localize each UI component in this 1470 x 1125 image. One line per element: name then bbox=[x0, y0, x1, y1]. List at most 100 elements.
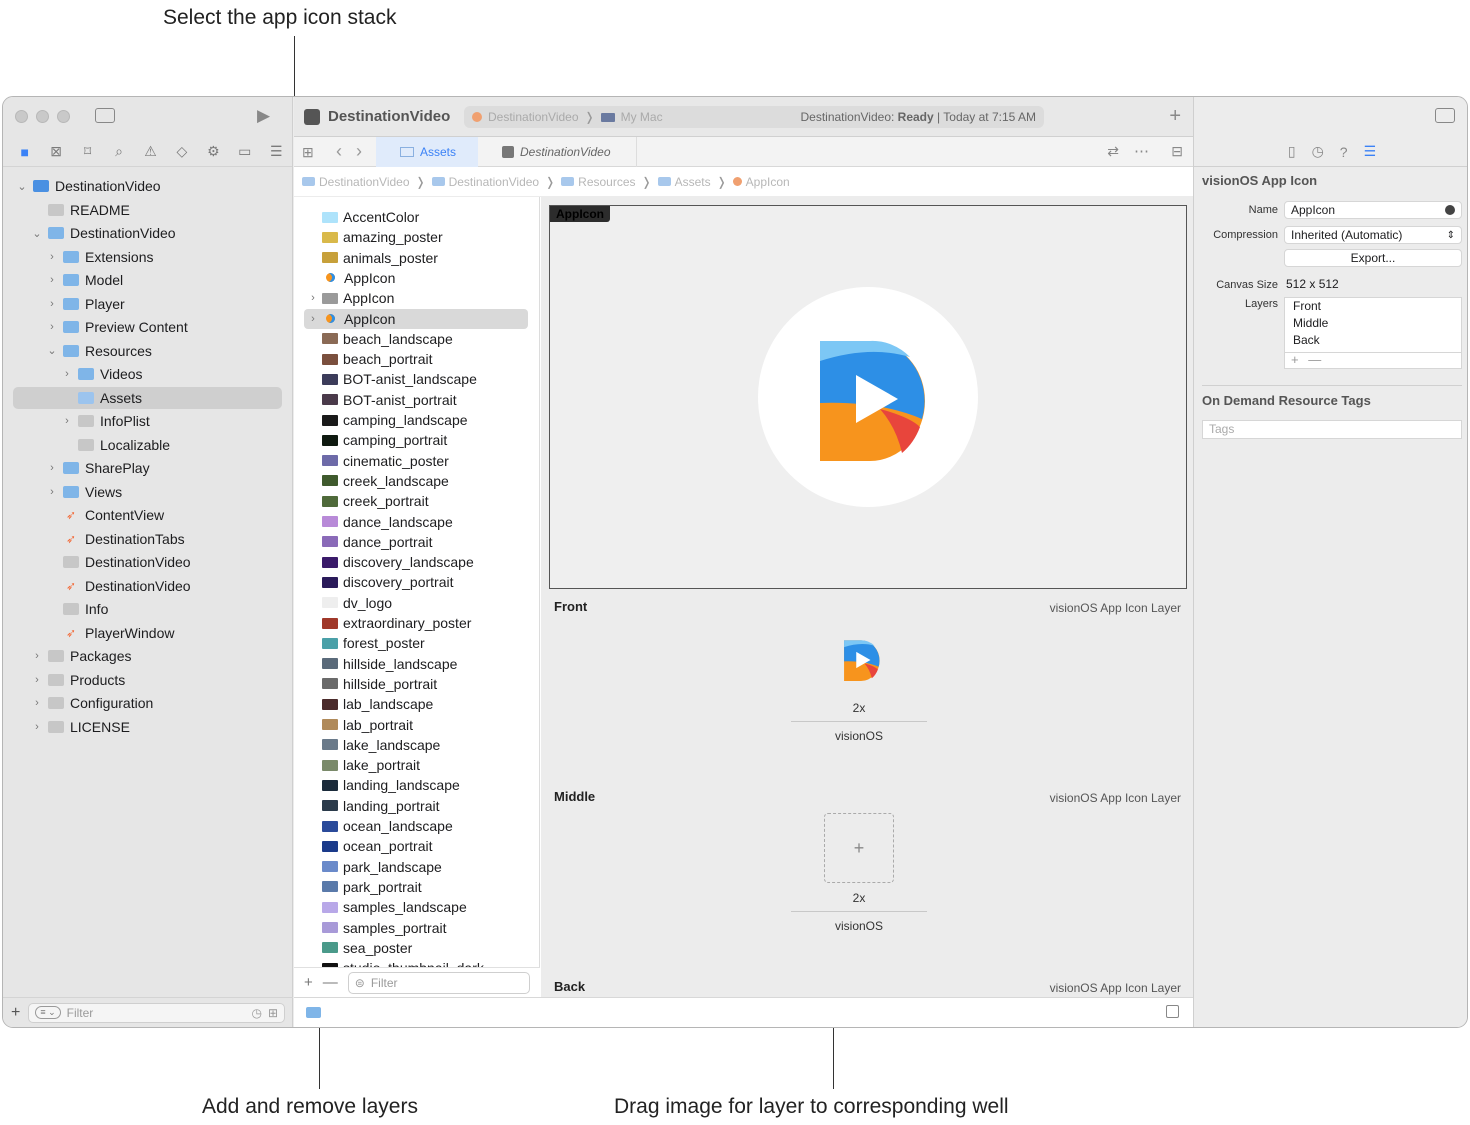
sidebar-item[interactable]: › Model bbox=[45, 269, 123, 291]
asset-list-item[interactable]: hillside_portrait bbox=[294, 674, 539, 694]
compression-select[interactable]: Inherited (Automatic) ⇕ bbox=[1284, 226, 1462, 244]
sidebar-item[interactable]: › Views bbox=[45, 481, 122, 503]
sidebar-item[interactable]: › Products bbox=[30, 669, 125, 691]
more-options-icon[interactable]: ⋯ bbox=[1134, 142, 1149, 160]
hide-debug-area-icon[interactable] bbox=[1166, 1005, 1179, 1018]
add-asset-plus-icon[interactable]: + bbox=[304, 974, 313, 991]
asset-list-item[interactable]: › AppIcon bbox=[294, 288, 539, 308]
sidebar-item[interactable]: › SharePlay bbox=[45, 457, 149, 479]
file-inspector-icon[interactable]: ▯ bbox=[1288, 143, 1296, 160]
asset-list-item[interactable]: lake_portrait bbox=[294, 755, 539, 775]
chevron-right-icon[interactable]: › bbox=[45, 486, 59, 498]
tags-field[interactable]: Tags bbox=[1202, 420, 1462, 439]
bookmark-icon[interactable]: ⌑ bbox=[72, 143, 103, 160]
asset-list-item[interactable]: amazing_poster bbox=[294, 227, 539, 247]
asset-list-item[interactable]: dance_portrait bbox=[294, 532, 539, 552]
inspector-toggle-icon[interactable] bbox=[1435, 108, 1455, 123]
scheme-destination-activity[interactable]: DestinationVideo ❭ My Mac DestinationVid… bbox=[464, 106, 1044, 128]
sidebar-item[interactable]: › Extensions bbox=[45, 246, 153, 268]
add-layer-plus-icon[interactable]: + bbox=[1291, 352, 1299, 367]
layer-list-item[interactable]: Middle bbox=[1285, 315, 1461, 332]
chevron-right-icon[interactable]: › bbox=[45, 462, 59, 474]
chevron-down-icon[interactable]: ⌄ bbox=[45, 344, 59, 357]
breakpoint-icon[interactable]: ▭ bbox=[229, 143, 260, 160]
chevron-right-icon[interactable]: › bbox=[45, 298, 59, 310]
scheme-name[interactable]: DestinationVideo bbox=[488, 110, 579, 124]
sidebar-item[interactable]: › Videos bbox=[60, 363, 142, 385]
attributes-inspector-icon[interactable]: ☰ bbox=[1364, 143, 1377, 160]
sidebar-item[interactable]: ➶ PlayerWindow bbox=[45, 622, 175, 644]
middle-layer-empty-well[interactable]: + bbox=[824, 813, 894, 883]
chevron-right-icon[interactable]: › bbox=[30, 674, 44, 686]
history-inspector-icon[interactable]: ◷ bbox=[1312, 143, 1324, 160]
tab-destinationvideo[interactable]: DestinationVideo bbox=[502, 137, 637, 167]
zoom-window-button[interactable] bbox=[57, 110, 70, 123]
asset-list-item[interactable]: extraordinary_poster bbox=[294, 613, 539, 633]
asset-filter-input[interactable]: ⊜ Filter bbox=[347, 971, 530, 994]
asset-list-item[interactable]: lake_landscape bbox=[294, 735, 539, 755]
report-icon[interactable]: ☰ bbox=[261, 143, 292, 160]
asset-list-item[interactable]: BOT-anist_landscape bbox=[294, 369, 539, 389]
tab-assets[interactable]: Assets bbox=[376, 137, 478, 167]
arrow-circle-icon[interactable] bbox=[1445, 205, 1455, 215]
asset-list-item[interactable]: creek_landscape bbox=[294, 471, 539, 491]
sidebar-item[interactable]: Info bbox=[45, 598, 108, 620]
asset-list-item[interactable]: samples_landscape bbox=[294, 897, 539, 917]
sidebar-item[interactable]: ➶ ContentView bbox=[45, 504, 164, 526]
sidebar-item[interactable]: Assets bbox=[60, 387, 142, 409]
sidebar-item[interactable]: › Preview Content bbox=[45, 316, 188, 338]
chevron-right-icon[interactable]: › bbox=[60, 415, 74, 427]
asset-list-item[interactable]: studio_thumbnail_dark bbox=[294, 958, 539, 967]
asset-list-item[interactable]: › AppIcon bbox=[304, 308, 528, 329]
sidebar-item[interactable]: Localizable bbox=[60, 434, 170, 456]
test-diamond-icon[interactable]: ◇ bbox=[166, 143, 197, 160]
quick-help-icon[interactable]: ? bbox=[1340, 144, 1348, 160]
asset-list-item[interactable]: beach_landscape bbox=[294, 329, 539, 349]
asset-list-item[interactable]: creek_portrait bbox=[294, 491, 539, 511]
debug-icon[interactable]: ⚙ bbox=[198, 143, 229, 160]
asset-list-item[interactable]: camping_portrait bbox=[294, 430, 539, 450]
sidebar-item[interactable]: ⌄ Resources bbox=[45, 340, 152, 362]
asset-list-item[interactable]: hillside_landscape bbox=[294, 654, 539, 674]
remove-asset-minus-icon[interactable]: — bbox=[323, 974, 338, 991]
chevron-right-icon[interactable]: › bbox=[45, 251, 59, 263]
breadcrumb-item[interactable]: Assets bbox=[657, 175, 711, 189]
asset-list-item[interactable]: discovery_landscape bbox=[294, 552, 539, 572]
chevron-right-icon[interactable]: › bbox=[304, 292, 322, 304]
swap-arrows-icon[interactable]: ⇄ bbox=[1107, 143, 1119, 160]
sidebar-item[interactable]: README bbox=[30, 199, 130, 221]
chevron-right-icon[interactable]: › bbox=[45, 274, 59, 286]
asset-list-item[interactable]: dance_landscape bbox=[294, 512, 539, 532]
asset-list-item[interactable]: landing_portrait bbox=[294, 796, 539, 816]
asset-list-item[interactable]: camping_landscape bbox=[294, 410, 539, 430]
sidebar-item[interactable]: ➶ DestinationTabs bbox=[45, 528, 185, 550]
sidebar-item[interactable]: ⌄ DestinationVideo bbox=[30, 222, 175, 244]
sidebar-item[interactable]: ⌄ DestinationVideo bbox=[15, 175, 160, 197]
breadcrumb-item[interactable]: Resources bbox=[561, 175, 636, 189]
find-icon[interactable]: ⌕ bbox=[103, 143, 134, 160]
chevron-right-icon[interactable]: › bbox=[30, 721, 44, 733]
asset-list-item[interactable]: dv_logo bbox=[294, 593, 539, 613]
split-editor-icon[interactable]: ⊟ bbox=[1171, 143, 1183, 160]
sidebar-item[interactable]: DestinationVideo bbox=[45, 551, 191, 573]
asset-list-item[interactable]: BOT-anist_portrait bbox=[294, 390, 539, 410]
chevron-right-icon[interactable]: › bbox=[30, 697, 44, 709]
asset-list-item[interactable]: ocean_portrait bbox=[294, 836, 539, 856]
recent-files-clock-icon[interactable]: ◷ bbox=[251, 1006, 261, 1020]
chevron-right-icon[interactable]: › bbox=[60, 368, 74, 380]
source-control-icon[interactable]: ⊠ bbox=[40, 143, 71, 160]
add-file-icon[interactable]: + bbox=[11, 1004, 20, 1022]
name-field[interactable]: AppIcon bbox=[1284, 201, 1462, 219]
related-items-grid-icon[interactable]: ⊞ bbox=[302, 144, 314, 161]
navigator-filter-input[interactable]: ≡ ⌄ Filter ◷ ⊞ bbox=[28, 1002, 285, 1023]
asset-list-item[interactable]: AppIcon bbox=[294, 268, 539, 288]
breadcrumb-item[interactable]: DestinationVideo bbox=[302, 175, 410, 189]
destination-name[interactable]: My Mac bbox=[621, 110, 663, 124]
sidebar-item[interactable]: › Player bbox=[45, 293, 125, 315]
asset-list-item[interactable]: ocean_landscape bbox=[294, 816, 539, 836]
asset-list-item[interactable]: park_landscape bbox=[294, 857, 539, 877]
run-icon[interactable]: ▶ bbox=[257, 106, 270, 126]
project-navigator-folder-icon[interactable]: ■ bbox=[9, 144, 40, 160]
issue-warning-icon[interactable]: ⚠ bbox=[135, 143, 166, 160]
asset-list-item[interactable]: beach_portrait bbox=[294, 349, 539, 369]
